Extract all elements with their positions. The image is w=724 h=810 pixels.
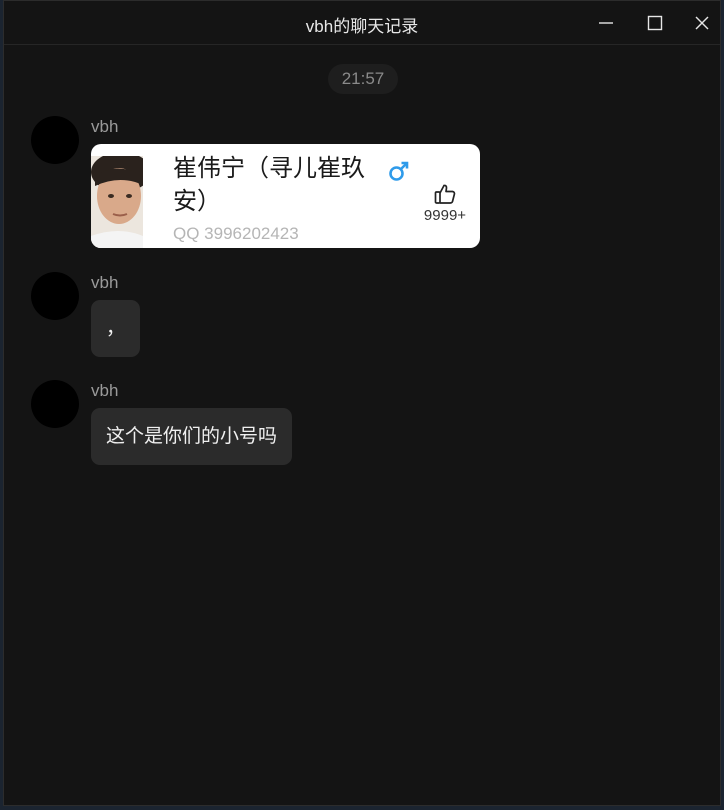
sender-name: vbh bbox=[91, 117, 119, 136]
message-bubble[interactable]: ， bbox=[91, 300, 141, 357]
close-button[interactable] bbox=[682, 9, 720, 37]
male-icon bbox=[389, 161, 409, 181]
sender-avatar[interactable] bbox=[31, 272, 79, 320]
sender-avatar[interactable] bbox=[31, 380, 79, 428]
chat-history-window: vbh的聊天记录 21:57 vbh 崔伟宁（寻儿崔玖安） QQ 3996202… bbox=[3, 0, 721, 806]
thumbs-up-icon[interactable] bbox=[433, 182, 457, 206]
maximize-icon bbox=[647, 15, 663, 31]
title-bar: vbh的聊天记录 bbox=[4, 1, 720, 45]
like-count: 9999+ bbox=[423, 207, 467, 224]
sender-name: vbh bbox=[91, 273, 119, 292]
contact-card-photo bbox=[91, 156, 143, 248]
minimize-icon bbox=[599, 22, 613, 24]
message-timestamp: 21:57 bbox=[328, 64, 398, 94]
contact-card-name: 崔伟宁（寻儿崔玖安） bbox=[173, 155, 365, 215]
maximize-button[interactable] bbox=[635, 9, 675, 37]
contact-card-qq-number: QQ 3996202423 bbox=[173, 224, 299, 243]
minimize-button[interactable] bbox=[586, 9, 626, 37]
close-icon bbox=[695, 16, 709, 30]
sender-name: vbh bbox=[91, 381, 119, 400]
sender-avatar[interactable] bbox=[31, 116, 79, 164]
message-bubble[interactable]: 这个是你们的小号吗 bbox=[91, 408, 293, 465]
contact-card[interactable]: 崔伟宁（寻儿崔玖安） QQ 3996202423 9999+ bbox=[91, 144, 480, 248]
